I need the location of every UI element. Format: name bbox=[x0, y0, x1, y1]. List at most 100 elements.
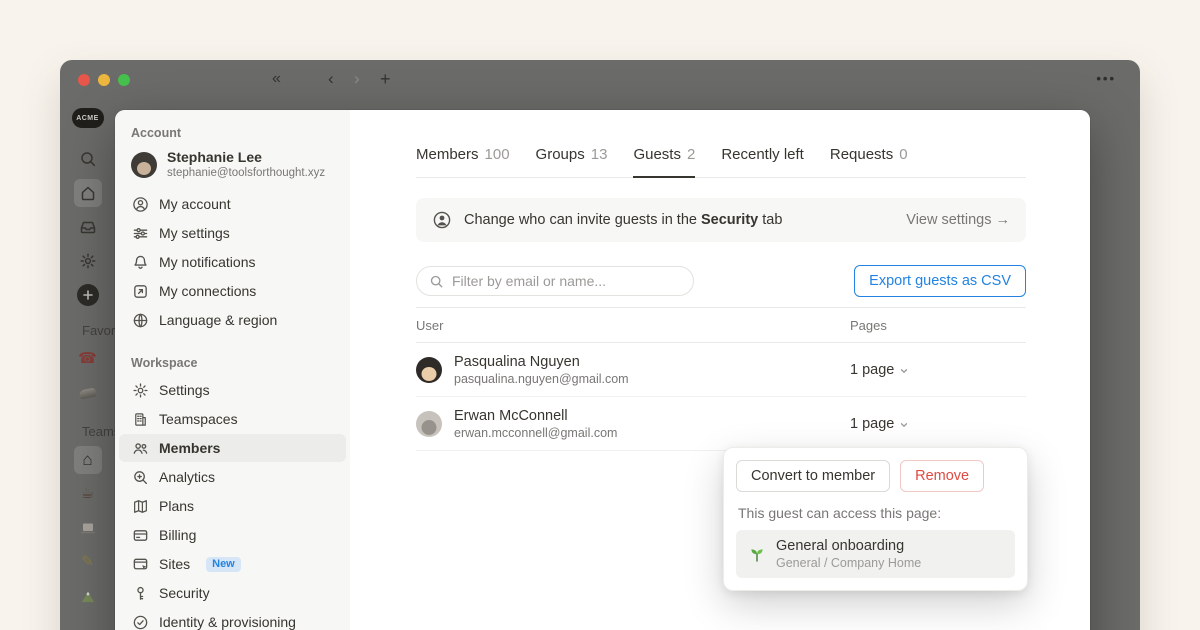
sidebar-item-my-notifications[interactable]: My notifications bbox=[119, 248, 346, 276]
inbox-icon[interactable] bbox=[74, 213, 102, 241]
table-row: Pasqualina Nguyen pasqualina.nguyen@gmai… bbox=[416, 343, 1026, 397]
tab-recently-left[interactable]: Recently left bbox=[721, 146, 804, 178]
sidebar-item-label: Language & region bbox=[159, 312, 277, 328]
circle-check-icon bbox=[131, 614, 149, 630]
tab-requests[interactable]: Requests 0 bbox=[830, 146, 908, 178]
chevron-down-icon bbox=[899, 420, 909, 430]
remove-guest-button[interactable]: Remove bbox=[900, 460, 984, 492]
person-circle-icon bbox=[131, 196, 149, 213]
tab-label: Recently left bbox=[721, 146, 804, 163]
zoom-button[interactable] bbox=[118, 74, 130, 86]
guest-name: Pasqualina Nguyen bbox=[454, 353, 629, 371]
sidebar-item-sites[interactable]: Sites New bbox=[119, 550, 346, 578]
sidebar-item-label: Settings bbox=[159, 382, 210, 398]
credit-card-icon bbox=[131, 527, 149, 544]
sidebar-item-analytics[interactable]: Analytics bbox=[119, 463, 346, 491]
people-icon bbox=[131, 440, 149, 457]
tab-label: Requests bbox=[830, 146, 893, 163]
sidebar-item-teamspaces[interactable]: Teamspaces bbox=[119, 405, 346, 433]
sidebar-item-my-connections[interactable]: My connections bbox=[119, 277, 346, 305]
account-user-email: stephanie@toolsforthought.xyz bbox=[167, 166, 325, 181]
seedling-icon bbox=[748, 545, 766, 563]
guests-table-header: User Pages bbox=[416, 307, 1026, 343]
collapse-sidebar-icon[interactable]: « bbox=[272, 68, 279, 90]
app-sidebar-rail: ACME Favorites ☎ Teamspaces ⌂ ☕ ✎ bbox=[60, 100, 115, 630]
favorite-sneaker-icon[interactable] bbox=[74, 379, 102, 407]
tab-count: 0 bbox=[899, 146, 907, 163]
guest-email: pasqualina.nguyen@gmail.com bbox=[454, 371, 629, 387]
arrow-right-icon: → bbox=[996, 212, 1011, 228]
arrow-up-right-icon bbox=[131, 283, 149, 300]
sliders-icon bbox=[131, 225, 149, 242]
teamspace-coffee-icon[interactable]: ☕ bbox=[74, 480, 102, 508]
sidebar-item-security[interactable]: Security bbox=[119, 579, 346, 607]
sidebar-item-label: Teamspaces bbox=[159, 411, 238, 427]
sidebar-item-billing[interactable]: Billing bbox=[119, 521, 346, 549]
favorite-telephone-icon[interactable]: ☎ bbox=[74, 345, 102, 373]
home-icon[interactable] bbox=[74, 179, 102, 207]
teamspace-pencil-icon[interactable]: ✎ bbox=[74, 548, 102, 576]
tab-members[interactable]: Members 100 bbox=[416, 146, 510, 178]
sidebar-item-label: My notifications bbox=[159, 254, 255, 270]
tab-label: Members bbox=[416, 146, 479, 163]
sidebar-item-my-account[interactable]: My account bbox=[119, 190, 346, 218]
gear-icon bbox=[131, 382, 149, 399]
sidebar-item-identity-provisioning[interactable]: Identity & provisioning bbox=[119, 608, 346, 630]
guest-name: Erwan McConnell bbox=[454, 407, 617, 425]
pages-count: 1 page bbox=[850, 362, 894, 378]
filter-search-input[interactable] bbox=[452, 273, 681, 289]
tab-count: 100 bbox=[485, 146, 510, 163]
teamspace-laptop-icon[interactable] bbox=[74, 514, 102, 542]
more-menu-icon[interactable]: ••• bbox=[1096, 68, 1116, 90]
person-circle-icon bbox=[432, 210, 452, 230]
tab-guests[interactable]: Guests 2 bbox=[633, 146, 695, 178]
magnifier-plus-icon bbox=[131, 469, 149, 486]
sidebar-item-label: My account bbox=[159, 196, 231, 212]
filter-search-field[interactable] bbox=[416, 266, 694, 296]
sidebar-item-my-settings[interactable]: My settings bbox=[119, 219, 346, 247]
accessible-page-item[interactable]: General onboarding General / Company Hom… bbox=[736, 530, 1015, 578]
invite-settings-banner: Change who can invite guests in the Secu… bbox=[416, 198, 1026, 242]
tab-groups[interactable]: Groups 13 bbox=[536, 146, 608, 178]
view-settings-link[interactable]: View settings → bbox=[906, 212, 1010, 228]
avatar bbox=[131, 152, 157, 178]
teamspace-house-icon[interactable]: ⌂ bbox=[74, 446, 102, 474]
sidebar-item-plans[interactable]: Plans bbox=[119, 492, 346, 520]
pages-count: 1 page bbox=[850, 416, 894, 432]
sidebar-item-label: My settings bbox=[159, 225, 230, 241]
pages-dropdown[interactable]: 1 page bbox=[850, 416, 1026, 432]
workspace-logo[interactable]: ACME bbox=[72, 108, 104, 128]
avatar bbox=[416, 411, 442, 437]
account-user-row[interactable]: Stephanie Lee stephanie@toolsforthought.… bbox=[115, 145, 350, 189]
browser-icon bbox=[131, 556, 149, 573]
bell-icon bbox=[131, 254, 149, 271]
settings-gear-icon[interactable] bbox=[74, 247, 102, 275]
close-button[interactable] bbox=[78, 74, 90, 86]
guest-controls: Export guests as CSV bbox=[416, 265, 1026, 297]
search-icon bbox=[429, 274, 444, 289]
new-page-icon[interactable] bbox=[77, 284, 99, 306]
sidebar-item-label: Plans bbox=[159, 498, 194, 514]
sidebar-item-settings[interactable]: Settings bbox=[119, 376, 346, 404]
sidebar-item-members[interactable]: Members bbox=[119, 434, 346, 462]
sidebar-item-language-region[interactable]: Language & region bbox=[119, 306, 346, 334]
search-icon[interactable] bbox=[74, 145, 102, 173]
forward-icon[interactable]: › bbox=[354, 68, 360, 90]
back-icon[interactable]: ‹ bbox=[328, 68, 334, 90]
settings-sidebar: Account Stephanie Lee stephanie@toolsfor… bbox=[115, 110, 350, 630]
new-tab-icon[interactable]: + bbox=[380, 68, 391, 90]
minimize-button[interactable] bbox=[98, 74, 110, 86]
tab-label: Guests bbox=[633, 146, 681, 163]
sidebar-item-label: Analytics bbox=[159, 469, 215, 485]
workspace-section-label: Workspace bbox=[115, 350, 350, 375]
teamspace-mountain-icon[interactable] bbox=[74, 582, 102, 610]
members-tabs: Members 100 Groups 13 Guests 2 Recently … bbox=[416, 146, 1026, 178]
sidebar-item-label: Billing bbox=[159, 527, 196, 543]
avatar bbox=[416, 357, 442, 383]
account-user-name: Stephanie Lee bbox=[167, 149, 325, 166]
page-title: General onboarding bbox=[776, 537, 921, 555]
pages-dropdown[interactable]: 1 page bbox=[850, 362, 1026, 378]
export-guests-csv-button[interactable]: Export guests as CSV bbox=[854, 265, 1026, 297]
app-window: « ‹ › + ••• ACME Favorites ☎ Teamspaces … bbox=[60, 60, 1140, 630]
convert-to-member-button[interactable]: Convert to member bbox=[736, 460, 890, 492]
